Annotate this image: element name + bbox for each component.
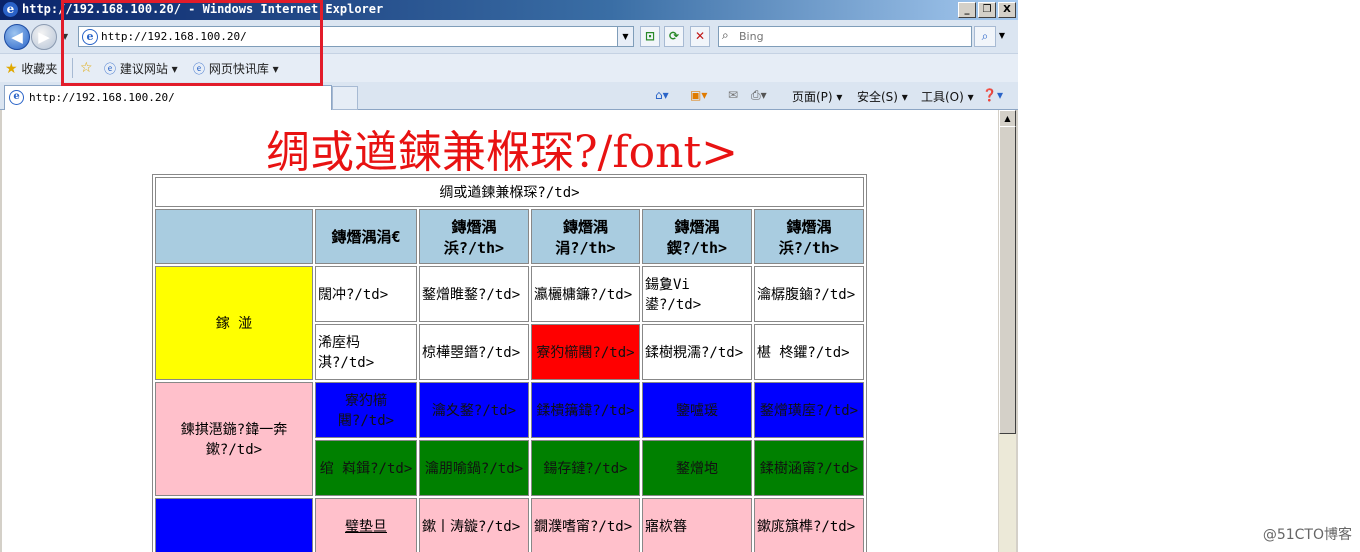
column-header: 鏄熸湡鍥?/th> xyxy=(642,209,752,264)
tools-menu[interactable]: 工具(O) ▾ xyxy=(921,88,974,105)
column-header xyxy=(155,209,313,264)
new-tab-button[interactable] xyxy=(332,86,358,110)
column-header: 鏄熸湡涓€ xyxy=(315,209,417,264)
minimize-button[interactable]: _ xyxy=(958,2,976,18)
ie-page-icon: e xyxy=(9,90,24,105)
table-row: 璧垫旦 鏉丨涛鏇?/td> 鐗濮嗜甯?/td> 寤栨簭 鏉庣簱榫?/td> xyxy=(155,498,864,552)
forward-button[interactable]: ▶ xyxy=(31,24,57,50)
table-cell: 鍪熷璜庢?/td> xyxy=(754,382,864,438)
table-cell: 寤栨簭 xyxy=(642,498,752,552)
compatibility-view-icon[interactable]: ⊡ xyxy=(640,26,660,47)
table-cell: 鑒嚧瑗 xyxy=(642,382,752,438)
table-cell: 鍪熷垉 xyxy=(642,440,752,496)
refresh-icon[interactable]: ⟳ xyxy=(664,26,684,47)
tab-bar: e http://192.168.100.20/ ⌂▾ ▣▾ ✉ ⎙▾ 页面(P… xyxy=(0,82,1018,110)
favorites-button[interactable]: ★ 收藏夹 xyxy=(5,60,57,77)
table-cell: 寮犳櫤闀?/td> xyxy=(315,382,417,438)
table-cell: 闊冲?/td> xyxy=(315,266,417,322)
row-group-header: 鎵 湴 xyxy=(155,266,313,380)
search-options-dropdown-icon[interactable]: ▼ xyxy=(996,26,1008,45)
safety-menu[interactable]: 安全(S) ▾ xyxy=(857,88,908,105)
table-cell: 鍒樻簼鍏?/td> xyxy=(531,382,640,438)
search-box[interactable]: ⌕ xyxy=(718,26,972,47)
column-header: 鏄熸湡浜?/th> xyxy=(754,209,864,264)
watermark: @51CTO博客 xyxy=(1262,527,1352,543)
table-cell: 鍚存鏈?/td> xyxy=(531,440,640,496)
search-button[interactable]: ⌕ xyxy=(974,26,996,47)
table-cell: 瀹朋喻鍋?/td> xyxy=(419,440,529,496)
table-row: 鍊掑潖鍦?鍏一奔鏉?/td> 寮犳櫤闀?/td> 瀹夊鍪?/td> 鍒樻簼鍏?/td>… xyxy=(155,382,864,496)
vertical-scrollbar[interactable]: ▲ xyxy=(999,110,1016,552)
page-menu[interactable]: 页面(P) ▾ xyxy=(792,88,842,105)
table-cell: 鏉庣簱榫?/td> xyxy=(754,498,864,552)
table-cell: 瀹夊鍪?/td> xyxy=(419,382,529,438)
column-header: 鏄熸湡涓?/th> xyxy=(531,209,640,264)
stop-icon[interactable]: ✕ xyxy=(690,26,710,47)
home-icon[interactable]: ⌂▾ xyxy=(655,88,669,102)
row-group-header xyxy=(155,498,313,552)
table-cell: 鍚夐Vi 鍙?/td> xyxy=(642,266,752,322)
address-dropdown-icon[interactable]: ▼ xyxy=(617,27,633,46)
table-cell: 寮犳櫤闀?/td> xyxy=(531,324,640,380)
table-cell: 鏉丨涛鏇?/td> xyxy=(419,498,529,552)
table-cell: 浠庢杩淇?/td> xyxy=(315,324,417,380)
schedule-table: 绸或遒鍊兼椺琛?/td> 鏄熸湡涓€ 鏄熸湡浜?/th> 鏄熸湡涓?/th> 鏄熸湡鍥?… xyxy=(152,174,867,552)
row-group-header: 鍊掑潖鍦?鍏一奔鏉?/td> xyxy=(155,382,313,496)
favorites-label: 收藏夹 xyxy=(21,62,58,76)
search-input[interactable] xyxy=(739,29,964,43)
back-button[interactable]: ◀ xyxy=(4,24,30,50)
table-cell: 瀹樼腹鏀?/td> xyxy=(754,266,864,322)
table-cell: 鐗濮嗜甯?/td> xyxy=(531,498,640,552)
table-cell: 椹 柊鑺?/td> xyxy=(754,324,864,380)
table-cell: 鍪熷睢鍪?/td> xyxy=(419,266,529,322)
scroll-up-icon[interactable]: ▲ xyxy=(999,110,1016,127)
table-cell: 椋樺瞾鐕?/td> xyxy=(419,324,529,380)
table-cell: 鍒樹涵甯?/td> xyxy=(754,440,864,496)
table-header-row: 鏄熸湡涓€ 鏄熸湡浜?/th> 鏄熸湡涓?/th> 鏄熸湡鍥?/th> 鏄熸湡浜?/th… xyxy=(155,209,864,264)
tab-title: http://192.168.100.20/ xyxy=(29,91,175,104)
table-cell: 绾 嵙鍓?/td> xyxy=(315,440,417,496)
feeds-icon[interactable]: ▣▾ xyxy=(690,88,707,102)
tab-current[interactable]: e http://192.168.100.20/ xyxy=(4,85,332,110)
maximize-button[interactable]: ❐ xyxy=(978,2,996,18)
annotation-highlight-box xyxy=(61,0,323,86)
help-icon[interactable]: ❓▾ xyxy=(982,88,1003,102)
page-viewport[interactable]: 绸或遒鍊兼椺琛?/font> 绸或遒鍊兼椺琛?/td> 鏄熸湡涓€ 鏄熸湡浜?/th… xyxy=(2,110,998,552)
page-heading: 绸或遒鍊兼椺琛?/font> xyxy=(265,127,739,178)
table-cell: 瀛欐槦鐮?/td> xyxy=(531,266,640,322)
star-icon: ★ xyxy=(5,61,18,77)
table-cell: 璧垫旦 xyxy=(315,498,417,552)
table-cell: 鍒樹粯濡?/td> xyxy=(642,324,752,380)
table-caption: 绸或遒鍊兼椺琛?/td> xyxy=(155,177,864,207)
scrollbar-thumb[interactable] xyxy=(999,126,1016,434)
print-icon[interactable]: ⎙▾ xyxy=(751,88,767,103)
search-icon: ⌕ xyxy=(722,28,729,42)
close-button[interactable]: X xyxy=(998,2,1016,18)
mail-icon[interactable]: ✉ xyxy=(728,88,738,102)
column-header: 鏄熸湡浜?/th> xyxy=(419,209,529,264)
table-caption-row: 绸或遒鍊兼椺琛?/td> xyxy=(155,177,864,207)
ie-window: e http://192.168.100.20/ - Windows Inter… xyxy=(0,0,1018,552)
ie-icon: e xyxy=(3,2,18,17)
table-row: 鎵 湴闊冲?/td> 鍪熷睢鍪?/td> 瀛欐槦鐮?/td> 鍚夐Vi 鍙?/td> 瀹… xyxy=(155,266,864,380)
